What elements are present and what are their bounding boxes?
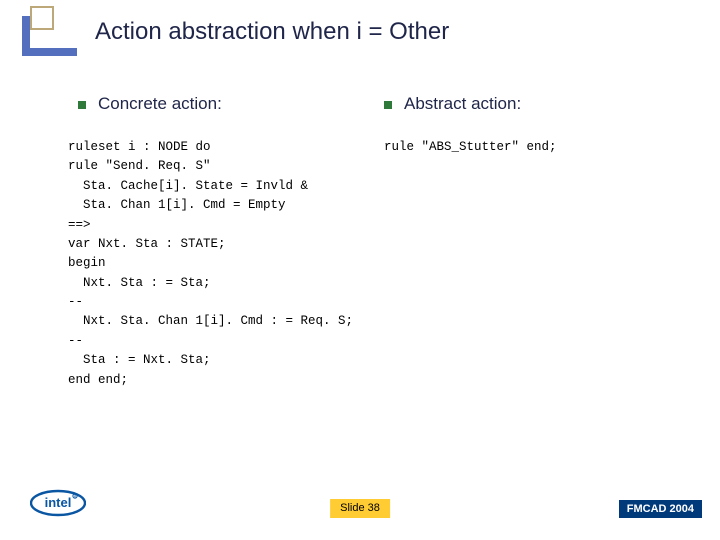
corner-decoration [22, 6, 58, 42]
svg-text:intel: intel [45, 495, 72, 510]
intel-logo: intel R [30, 488, 86, 518]
slide-title: Action abstraction when i = Other [95, 18, 449, 46]
svg-text:R: R [74, 495, 77, 499]
column-abstract: Abstract action: rule "ABS_Stutter" end; [384, 94, 690, 390]
slide-number-badge: Slide 38 [330, 499, 390, 518]
content-columns: Concrete action: ruleset i : NODE do rul… [78, 94, 690, 390]
column-concrete: Concrete action: ruleset i : NODE do rul… [78, 94, 384, 390]
bullet-icon [384, 101, 392, 109]
heading-concrete: Concrete action: [98, 94, 222, 114]
heading-row-abstract: Abstract action: [384, 94, 690, 114]
code-concrete: ruleset i : NODE do rule "Send. Req. S" … [68, 138, 384, 390]
deco-bar-horizontal [22, 48, 77, 56]
deco-square [30, 6, 54, 30]
bullet-icon [78, 101, 86, 109]
code-abstract: rule "ABS_Stutter" end; [384, 138, 690, 157]
conference-badge: FMCAD 2004 [619, 500, 702, 518]
heading-row-concrete: Concrete action: [78, 94, 384, 114]
heading-abstract: Abstract action: [404, 94, 521, 114]
